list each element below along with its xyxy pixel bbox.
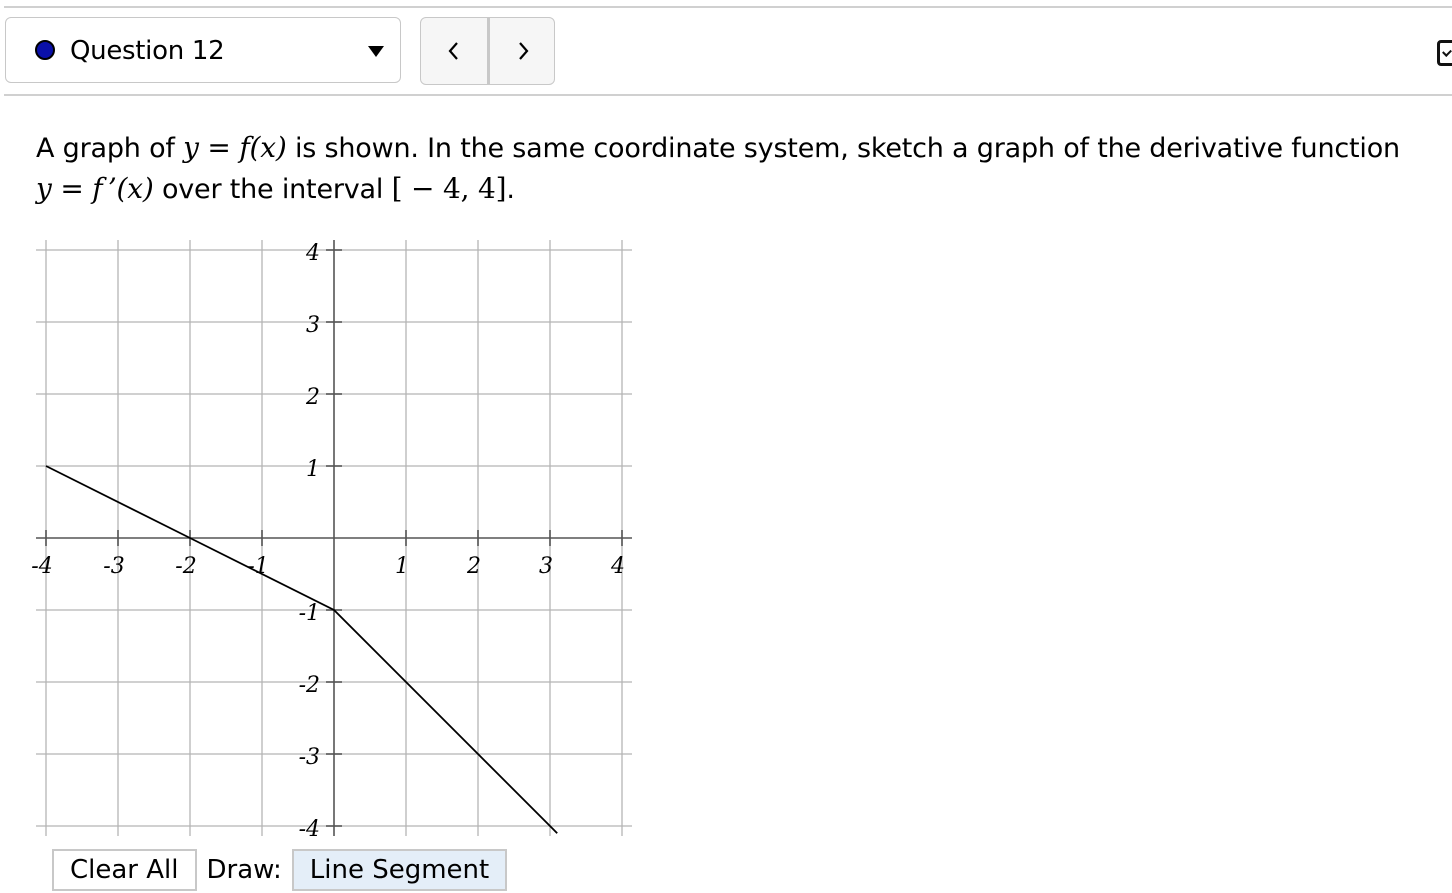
question-nav (420, 17, 555, 85)
clear-all-button[interactable]: Clear All (52, 849, 197, 891)
y-tick-label: -2 (299, 673, 320, 698)
series-line-f (45, 465, 558, 834)
next-question-button[interactable] (490, 18, 554, 84)
math-y-equals-f: y = f(x) (183, 131, 287, 164)
chevron-left-icon (448, 42, 458, 60)
math-interval: [ − 4, 4] (391, 172, 507, 205)
question-label: Question 12 (70, 36, 225, 66)
y-tick-label: -1 (299, 601, 320, 626)
question-status-dot (35, 40, 55, 60)
chevron-right-icon (519, 42, 529, 60)
x-tick-label: 4 (610, 554, 625, 579)
line-segment-tool-button[interactable]: Line Segment (291, 849, 508, 891)
y-tick-label: 4 (305, 241, 320, 266)
y-tick-label: 1 (306, 457, 320, 482)
series (45, 465, 558, 834)
dropdown-caret-icon (368, 46, 384, 57)
prompt-text: A graph of (36, 133, 184, 164)
header-divider (4, 94, 1452, 96)
prompt-text: . (506, 174, 515, 205)
x-tick-label: -3 (103, 554, 124, 579)
draw-label: Draw: (206, 855, 282, 885)
graph-toolbar: Clear All Draw: Line Segment (52, 848, 508, 892)
prompt-text: is shown. In the same coordinate system,… (286, 133, 1400, 164)
y-tick-label: -4 (299, 817, 320, 842)
y-tick-label: 3 (306, 313, 320, 338)
previous-question-button[interactable] (421, 18, 490, 84)
tick-labels: -4 -3 -2 -1 1 2 3 44321-1-2-3-4 (31, 241, 625, 842)
top-divider (4, 6, 1452, 8)
x-tick-label: -4 (31, 554, 52, 579)
y-tick-label: -3 (299, 745, 320, 770)
checkbox-icon[interactable] (1437, 40, 1452, 66)
x-tick-label: 2 (466, 554, 481, 579)
y-tick-label: 2 (305, 385, 320, 410)
x-tick-label: 1 (395, 554, 409, 579)
x-tick-label: -2 (175, 554, 196, 579)
question-selector[interactable]: Question 12 (5, 17, 401, 83)
question-prompt: A graph of y = f(x) is shown. In the sam… (36, 128, 1436, 210)
math-y-equals-fprime: y = f ’(x) (36, 172, 154, 205)
x-tick-label: 3 (539, 554, 553, 579)
axes (36, 240, 632, 836)
graph-canvas[interactable]: -4 -3 -2 -1 1 2 3 44321-1-2-3-4 (0, 230, 660, 842)
prompt-text: over the interval (153, 174, 392, 205)
